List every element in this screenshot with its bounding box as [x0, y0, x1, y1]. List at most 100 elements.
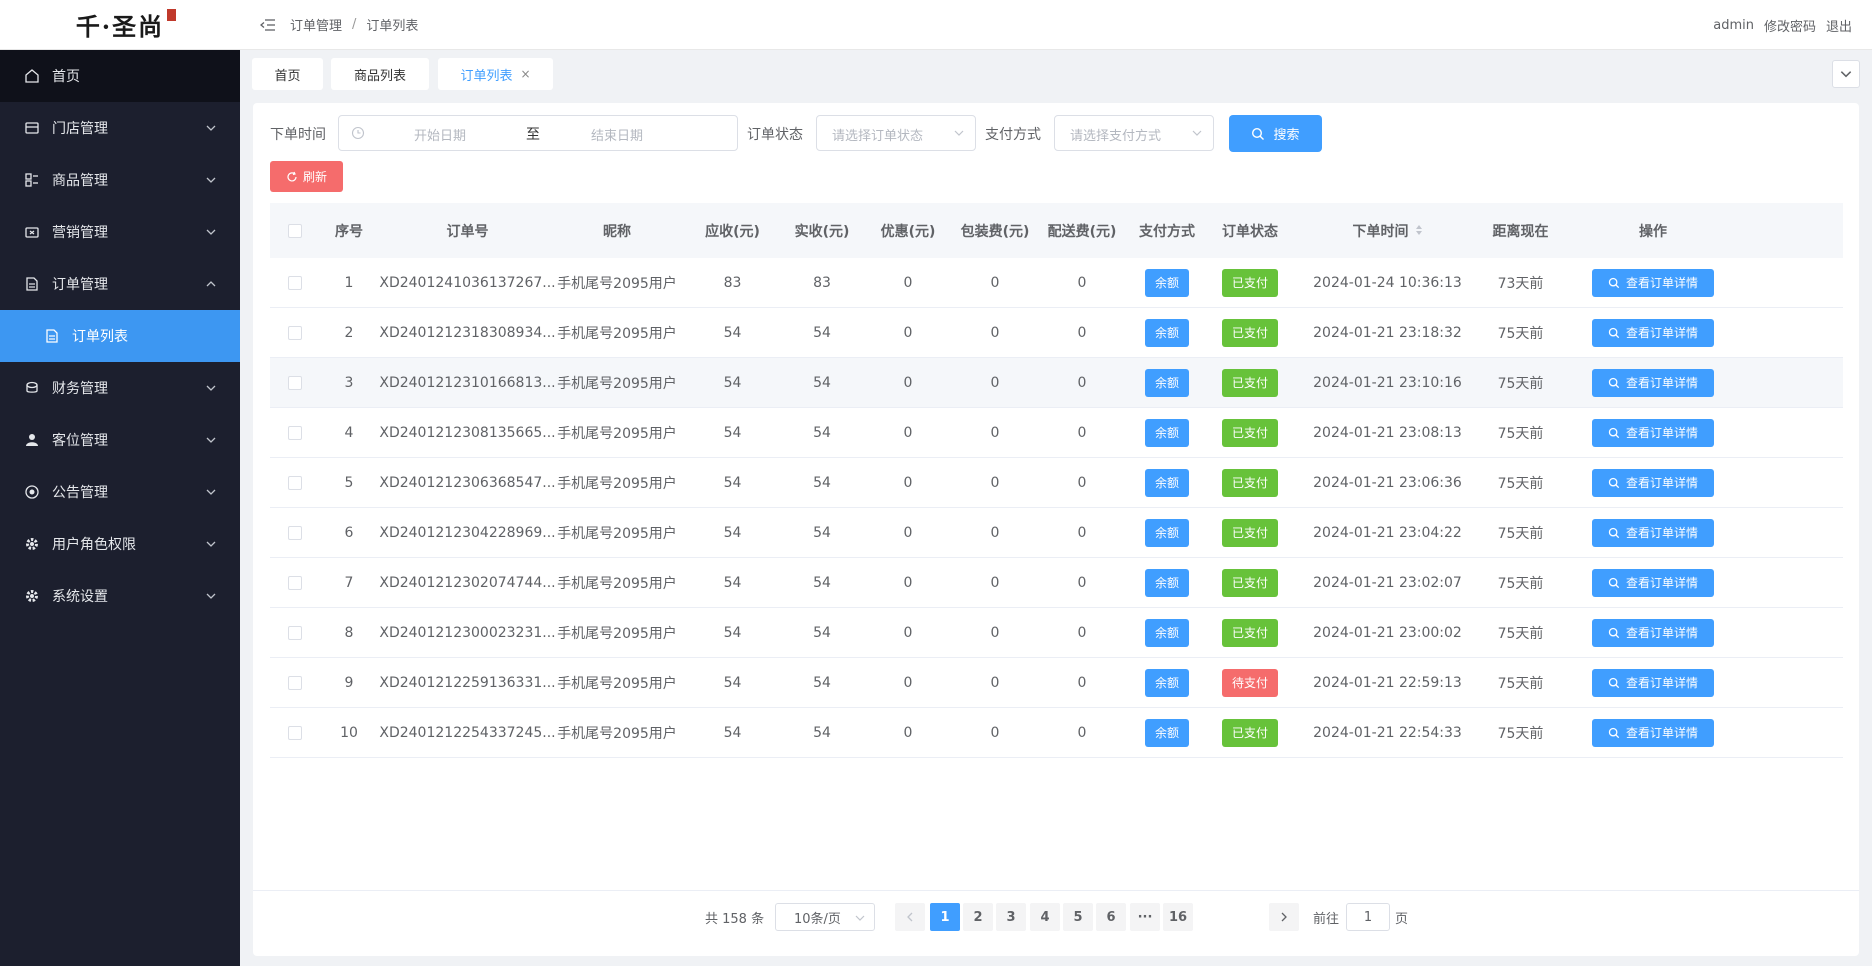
- sidebar-item-notice[interactable]: 公告管理: [0, 466, 240, 518]
- row-checkbox[interactable]: [288, 425, 302, 440]
- change-password-link[interactable]: 修改密码: [1764, 16, 1816, 35]
- sidebar-item-goods[interactable]: 商品管理: [0, 154, 240, 206]
- breadcrumb-item[interactable]: 订单管理: [290, 15, 342, 34]
- table-row[interactable]: 6 XD2401212304228969... 手机尾号2095用户 54 54 0 0 0 余…: [270, 508, 1843, 558]
- actions: 查看订单详情: [1566, 618, 1740, 647]
- view-order-detail-button[interactable]: 查看订单详情: [1591, 568, 1714, 597]
- sidebar-item-order-list[interactable]: 订单列表: [0, 310, 240, 362]
- delivery-fee: 0: [1077, 374, 1087, 391]
- table-row[interactable]: 9 XD2401212259136331... 手机尾号2095用户 54 54 0 0 0 余…: [270, 658, 1843, 708]
- row-index: 10: [340, 724, 358, 741]
- row-index: 1: [344, 274, 354, 291]
- table-row[interactable]: 1 XD2401241036137267... 手机尾号2095用户 83 83 0 0 0 余…: [270, 258, 1843, 308]
- sidebar-item-customer[interactable]: 客位管理: [0, 414, 240, 466]
- page-ellipsis[interactable]: ···: [1130, 903, 1160, 931]
- sidebar-item-store[interactable]: 门店管理: [0, 102, 240, 154]
- row-checkbox[interactable]: [288, 575, 302, 590]
- prev-page-button[interactable]: [895, 903, 925, 931]
- row-checkbox[interactable]: [288, 275, 302, 290]
- row-checkbox[interactable]: [288, 325, 302, 340]
- row-checkbox[interactable]: [288, 675, 302, 690]
- page-number-button[interactable]: 3: [996, 903, 1026, 931]
- actions: 查看订单详情: [1566, 268, 1740, 297]
- sidebar-item-roles[interactable]: 用户角色权限: [0, 518, 240, 570]
- pay-method-tag: 余额: [1144, 568, 1189, 597]
- page-number-button[interactable]: 4: [1030, 903, 1060, 931]
- row-checkbox[interactable]: [288, 725, 302, 740]
- search-button[interactable]: 搜索: [1229, 115, 1322, 152]
- chevron-down-icon: [204, 381, 218, 395]
- discount-amount: 0: [903, 524, 913, 541]
- page-number-button[interactable]: 16: [1163, 903, 1193, 931]
- sidebar-item-finance[interactable]: 财务管理: [0, 362, 240, 414]
- menu-fold-icon[interactable]: [260, 17, 276, 33]
- view-order-detail-button[interactable]: 查看订单详情: [1591, 718, 1714, 747]
- receivable-amount: 54: [723, 524, 742, 541]
- pay-method: 余额: [1134, 318, 1200, 347]
- view-order-detail-button[interactable]: 查看订单详情: [1591, 518, 1714, 547]
- end-date-input[interactable]: 结束日期: [591, 125, 643, 144]
- pay-method-select[interactable]: 请选择支付方式: [1054, 115, 1214, 151]
- logout-link[interactable]: 退出: [1826, 16, 1852, 35]
- tab-label: 首页: [274, 68, 301, 84]
- goto-page-input[interactable]: 1: [1346, 903, 1390, 931]
- view-order-detail-button[interactable]: 查看订单详情: [1591, 418, 1714, 447]
- table-header: 序号 订单号 昵称 应收(元) 实收(元) 优惠(元) 包装费(元) 配送费(元…: [270, 203, 1843, 258]
- table-row[interactable]: 10 XD2401212254337245... 手机尾号2095用户 54 54 0 0 0…: [270, 708, 1843, 758]
- gear-icon: [24, 536, 40, 552]
- tabs-dropdown-button[interactable]: [1832, 60, 1860, 88]
- page-size-select[interactable]: 10条/页: [775, 903, 875, 931]
- date-range-picker[interactable]: 开始日期 至 结束日期: [338, 115, 738, 151]
- table-row[interactable]: 7 XD2401212302074744... 手机尾号2095用户 54 54 0 0 0 余…: [270, 558, 1843, 608]
- sidebar-item-label: 订单列表: [72, 329, 128, 345]
- page-number-button[interactable]: 2: [963, 903, 993, 931]
- view-order-detail-button[interactable]: 查看订单详情: [1591, 318, 1714, 347]
- order-status-select[interactable]: 请选择订单状态: [816, 115, 976, 151]
- view-order-detail-button[interactable]: 查看订单详情: [1591, 368, 1714, 397]
- receivable-amount: 54: [723, 424, 742, 441]
- row-index: 6: [344, 524, 354, 541]
- view-order-detail-label: 查看订单详情: [1625, 426, 1698, 440]
- page-number-button[interactable]: 5: [1063, 903, 1093, 931]
- sidebar-item-marketing[interactable]: 营销管理: [0, 206, 240, 258]
- receivable-amount: 54: [723, 474, 742, 491]
- row-checkbox[interactable]: [288, 375, 302, 390]
- username[interactable]: admin: [1713, 18, 1754, 33]
- status-badge: 已支付: [1221, 268, 1278, 297]
- row-checkbox[interactable]: [288, 625, 302, 640]
- row-checkbox[interactable]: [288, 525, 302, 540]
- pay-method: 余额: [1134, 268, 1200, 297]
- tab-order-list[interactable]: 订单列表 ×: [438, 58, 553, 90]
- actions: 查看订单详情: [1566, 418, 1740, 447]
- sidebar-item-home[interactable]: 首页: [0, 50, 240, 102]
- column-header: 实收(元): [794, 223, 850, 240]
- view-order-detail-button[interactable]: 查看订单详情: [1591, 268, 1714, 297]
- tab-goods-list[interactable]: 商品列表: [331, 58, 429, 90]
- order-status-placeholder: 请选择订单状态: [832, 129, 924, 144]
- row-checkbox-cell: [270, 325, 320, 341]
- start-date-input[interactable]: 开始日期: [414, 125, 466, 144]
- sidebar-item-settings[interactable]: 系统设置: [0, 570, 240, 622]
- table-row[interactable]: 2 XD2401212318308934... 手机尾号2095用户 54 54 0 0 0 余…: [270, 308, 1843, 358]
- view-order-detail-button[interactable]: 查看订单详情: [1591, 668, 1714, 697]
- view-order-detail-button[interactable]: 查看订单详情: [1591, 618, 1714, 647]
- sidebar-item-orders[interactable]: 订单管理: [0, 258, 240, 310]
- table-row[interactable]: 5 XD2401212306368547... 手机尾号2095用户 54 54 0 0 0 余…: [270, 458, 1843, 508]
- page-number-button[interactable]: 1: [930, 903, 960, 931]
- search-icon: [1608, 377, 1620, 388]
- view-order-detail-button[interactable]: 查看订单详情: [1591, 468, 1714, 497]
- table-row[interactable]: 4 XD2401212308135665... 手机尾号2095用户 54 54 0 0 0 余…: [270, 408, 1843, 458]
- refresh-button[interactable]: 刷新: [270, 161, 343, 192]
- row-checkbox[interactable]: [288, 475, 302, 490]
- pay-method-tag: 余额: [1144, 518, 1189, 547]
- next-page-button[interactable]: [1269, 903, 1299, 931]
- order-time-header[interactable]: 下单时间: [1300, 221, 1475, 241]
- table-row[interactable]: 8 XD2401212300023231... 手机尾号2095用户 54 54 0 0 0 余…: [270, 608, 1843, 658]
- received-amount: 54: [813, 424, 831, 441]
- table-row[interactable]: 3 XD2401212310166813... 手机尾号2095用户 54 54 0 0 0 余…: [270, 358, 1843, 408]
- select-all-checkbox[interactable]: [288, 223, 302, 238]
- tab-home[interactable]: 首页: [252, 58, 323, 90]
- close-icon[interactable]: ×: [520, 67, 530, 81]
- sort-icon[interactable]: [1415, 224, 1423, 240]
- page-number-button[interactable]: 6: [1096, 903, 1126, 931]
